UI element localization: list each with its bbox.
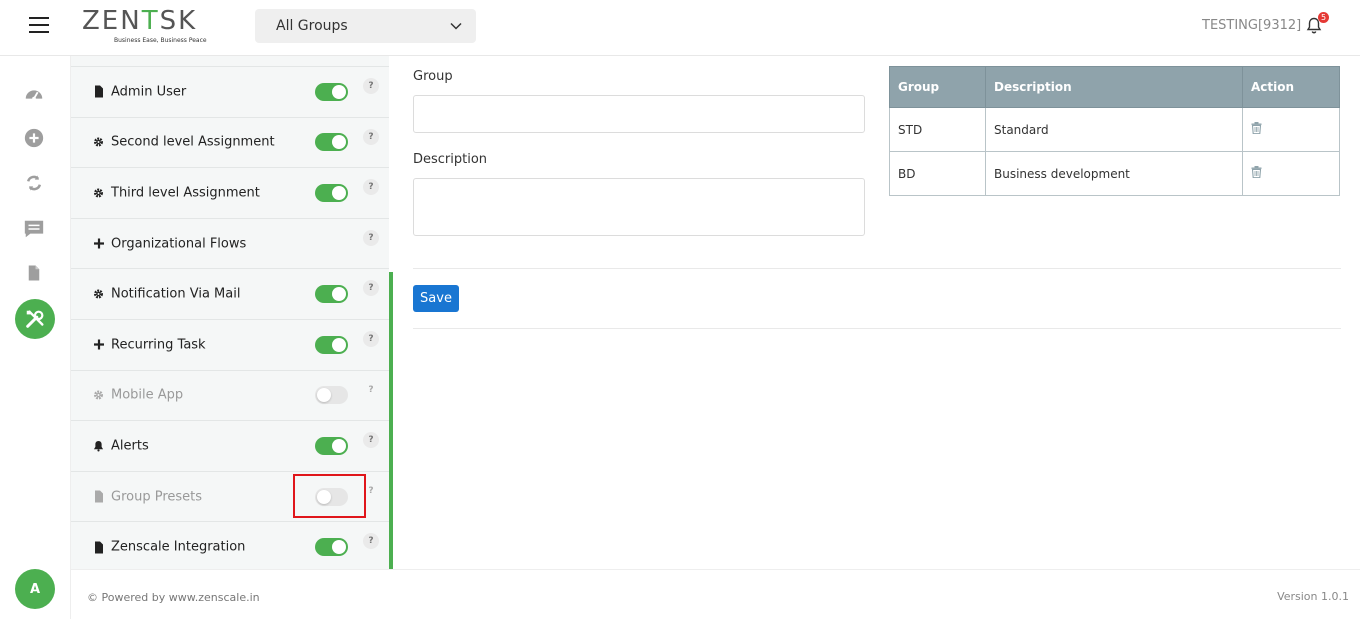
gear-icon: [93, 187, 104, 198]
description-label: Description: [413, 152, 488, 167]
gear-icon: [93, 289, 104, 300]
toggle-knob: [317, 388, 331, 403]
cell-description: Business development: [985, 151, 1243, 196]
logo-text: ZENTSK: [82, 6, 198, 36]
add-icon[interactable]: [22, 126, 46, 150]
cell-action: [1242, 151, 1340, 196]
group-select[interactable]: All Groups: [255, 9, 476, 43]
setting-row: Mobile App?: [71, 369, 389, 421]
groups-table: Group Description Action STD Standard BD…: [889, 66, 1340, 196]
file-icon: [93, 541, 104, 554]
plus-icon: [93, 238, 104, 249]
setting-label: Zenscale Integration: [111, 539, 246, 555]
table-row: BD Business development: [889, 151, 1340, 196]
notification-badge: 5: [1318, 12, 1329, 23]
help-icon[interactable]: ?: [363, 330, 379, 347]
toggle-knob: [332, 438, 346, 453]
cell-description: Standard: [985, 107, 1243, 152]
toggle-knob: [332, 287, 346, 302]
gear-icon: [93, 137, 104, 148]
powered-by-link[interactable]: © Powered by www.zenscale.in: [87, 591, 260, 604]
save-button[interactable]: Save: [413, 285, 459, 312]
avatar[interactable]: A: [15, 569, 55, 609]
table-header-row: Group Description Action: [889, 66, 1340, 108]
setting-row: Third level Assignment?: [71, 167, 389, 218]
setting-toggle[interactable]: [315, 386, 348, 405]
plus-icon: [93, 339, 104, 350]
version-label: Version 1.0.1: [1277, 590, 1349, 603]
setting-row: Recurring Task?: [71, 318, 389, 370]
setting-label: Alerts: [111, 438, 149, 454]
toggle-knob: [332, 337, 346, 352]
help-icon[interactable]: ?: [363, 128, 379, 145]
table-row: STD Standard: [889, 107, 1340, 152]
setting-toggle[interactable]: [315, 133, 348, 152]
setting-toggle[interactable]: [315, 335, 348, 354]
hamburger-menu-icon[interactable]: [29, 17, 49, 33]
gear-icon: [93, 390, 104, 401]
bell-icon: [93, 440, 104, 452]
setting-label: Organizational Flows: [111, 236, 247, 252]
setting-label: Second level Assignment: [111, 134, 275, 150]
footer: © Powered by www.zenscale.in Version 1.0…: [71, 569, 1360, 619]
setting-toggle[interactable]: [315, 82, 348, 101]
setting-label: Third level Assignment: [111, 185, 260, 201]
toggle-knob: [332, 540, 346, 555]
refresh-icon[interactable]: [22, 171, 46, 195]
help-icon[interactable]: ?: [363, 432, 379, 449]
cell-group: STD: [889, 107, 986, 152]
file-icon: [93, 490, 104, 503]
group-select-value: All Groups: [276, 18, 348, 34]
chat-icon[interactable]: [22, 217, 46, 241]
setting-row: Admin User?: [71, 66, 389, 117]
group-label: Group: [413, 69, 453, 84]
group-input[interactable]: [413, 95, 865, 133]
divider-top: [413, 268, 1341, 269]
setting-label: Admin User: [111, 84, 187, 100]
setting-toggle[interactable]: [315, 183, 348, 202]
setting-toggle[interactable]: [315, 436, 348, 455]
help-icon[interactable]: ?: [363, 533, 379, 550]
help-icon[interactable]: ?: [363, 78, 379, 94]
setting-row: Organizational Flows?: [71, 217, 389, 269]
logo-tagline: Business Ease, Business Peace: [114, 37, 207, 44]
setting-toggle[interactable]: [315, 538, 348, 557]
description-input[interactable]: [413, 178, 865, 236]
setting-label: Group Presets: [111, 489, 203, 505]
file-icon: [93, 85, 104, 98]
help-icon[interactable]: ?: [363, 280, 379, 297]
setting-label: Mobile App: [111, 387, 184, 403]
setting-row: Notification Via Mail?: [71, 268, 389, 319]
setting-label: Notification Via Mail: [111, 286, 241, 302]
logo[interactable]: ZENTSK Business Ease, Business Peace: [82, 7, 222, 45]
header-description: Description: [985, 66, 1243, 108]
scroll-indicator[interactable]: [389, 272, 393, 569]
chevron-down-icon: [450, 22, 462, 30]
help-icon[interactable]: ?: [363, 229, 379, 246]
setting-row: Alerts?: [71, 420, 389, 471]
setting-row: Second level Assignment?: [71, 116, 389, 168]
setting-label: Recurring Task: [111, 337, 206, 353]
toggle-knob: [332, 185, 346, 200]
highlight-box: [293, 474, 366, 518]
help-icon[interactable]: ?: [363, 179, 379, 196]
setting-toggle[interactable]: [315, 285, 348, 304]
trash-icon[interactable]: [1251, 166, 1262, 178]
tools-icon[interactable]: [15, 299, 55, 339]
divider-bottom: [413, 328, 1341, 329]
document-icon[interactable]: [22, 261, 46, 285]
header-group: Group: [889, 66, 986, 108]
top-bar: ZENTSK Business Ease, Business Peace All…: [0, 0, 1360, 56]
setting-row: Zenscale Integration?: [71, 521, 389, 569]
user-label[interactable]: TESTING[9312]: [1202, 18, 1301, 33]
left-nav: A: [0, 56, 71, 619]
toggle-knob: [332, 135, 346, 150]
trash-icon[interactable]: [1251, 122, 1262, 134]
cell-action: [1242, 107, 1340, 152]
dashboard-icon[interactable]: [22, 82, 46, 106]
toggle-knob: [332, 84, 346, 99]
cell-group: BD: [889, 151, 986, 196]
header-action: Action: [1242, 66, 1340, 108]
help-icon[interactable]: ?: [363, 382, 379, 398]
